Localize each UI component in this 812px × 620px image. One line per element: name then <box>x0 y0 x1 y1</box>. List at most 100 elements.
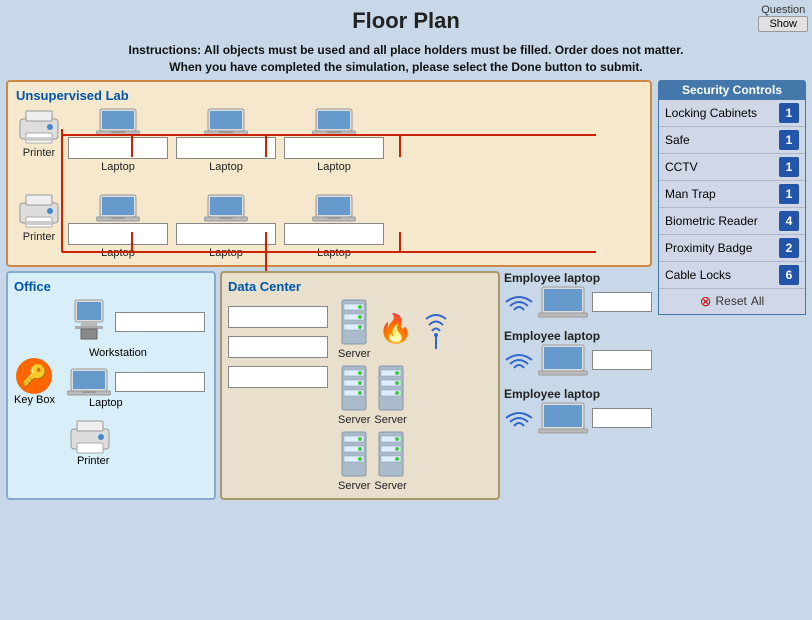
antenna-device <box>421 309 451 349</box>
dc-slot-3[interactable] <box>228 366 328 388</box>
lab-title: Unsupervised Lab <box>16 88 642 103</box>
dc-slot-2[interactable] <box>228 336 328 358</box>
question-panel: Question Show <box>758 4 808 32</box>
lab-laptop-slot-6[interactable] <box>284 223 384 245</box>
office-laptop-label: Laptop <box>89 397 123 409</box>
server-icon-4 <box>340 430 368 478</box>
office-section: Office 🔑 Key Box <box>6 271 216 500</box>
emp-laptop-label-2: Employee laptop <box>504 329 652 343</box>
show-button[interactable]: Show <box>758 16 808 32</box>
workstation-slot[interactable] <box>115 312 205 332</box>
workstation-label: Workstation <box>89 347 147 359</box>
server-icon-1 <box>340 298 368 346</box>
security-item-cable-locks[interactable]: Cable Locks 6 <box>659 262 805 289</box>
lab-laptop-2: Laptop <box>176 107 276 173</box>
office-laptop-slot[interactable] <box>115 372 205 392</box>
fire-icon: 🔥 <box>378 312 413 345</box>
laptop-icon-5 <box>204 193 248 223</box>
printer-icon-1 <box>16 107 62 145</box>
lab-laptop-slot-1[interactable] <box>68 137 168 159</box>
cable-locks-badge: 6 <box>779 265 799 285</box>
laptop-icon-4 <box>96 193 140 223</box>
emp-laptop-label-3: Employee laptop <box>504 387 652 401</box>
emp-laptop-slot-2[interactable] <box>592 350 652 370</box>
main-content: Unsupervised Lab Printer <box>0 80 812 504</box>
page-title: Floor Plan <box>0 8 812 34</box>
lab-laptop-1: Laptop <box>68 107 168 173</box>
emp-laptop-group-2: Employee laptop <box>504 329 652 377</box>
office-printer-label: Printer <box>77 455 109 467</box>
laptop-icon-2 <box>204 107 248 137</box>
office-label: Office <box>14 279 208 294</box>
laptop-icon-3 <box>312 107 356 137</box>
cctv-badge: 1 <box>779 157 799 177</box>
printer-label-2: Printer <box>23 231 55 243</box>
lab-laptop-slot-3[interactable] <box>284 137 384 159</box>
server-icon-5 <box>377 430 405 478</box>
emp-laptop-slot-3[interactable] <box>592 408 652 428</box>
reset-icon: ⊗ <box>700 293 712 310</box>
emp-laptop-label-1: Employee laptop <box>504 271 652 285</box>
emp-laptop-icon-2 <box>538 343 588 377</box>
server-device-3: Server <box>374 364 406 426</box>
man-trap-badge: 1 <box>779 184 799 204</box>
lab-laptop-3: Laptop <box>284 107 384 173</box>
wifi-icon-1 <box>504 290 534 314</box>
question-label: Question <box>761 4 805 16</box>
printer-icon-2 <box>16 191 62 229</box>
server-icon-3 <box>377 364 405 412</box>
security-item-proximity-badge[interactable]: Proximity Badge 2 <box>659 235 805 262</box>
emp-laptop-group-3: Employee laptop <box>504 387 652 435</box>
biometric-reader-badge: 4 <box>779 211 799 231</box>
locking-cabinets-badge: 1 <box>779 103 799 123</box>
bottom-area: Office 🔑 Key Box <box>6 271 652 500</box>
safe-badge: 1 <box>779 130 799 150</box>
printer-label-1: Printer <box>23 147 55 159</box>
security-item-safe[interactable]: Safe 1 <box>659 127 805 154</box>
lab-laptop-slot-5[interactable] <box>176 223 276 245</box>
firewall-device: 🔥 <box>378 312 413 345</box>
emp-laptop-slot-1[interactable] <box>592 292 652 312</box>
server-device-4: Server <box>338 430 370 492</box>
keybox-icon: 🔑 <box>16 358 52 394</box>
lab-laptop-slot-4[interactable] <box>68 223 168 245</box>
security-panel-header: Security Controls <box>658 80 806 100</box>
keybox-label: Key Box <box>14 394 55 406</box>
lab-laptop-4: Laptop <box>68 193 168 259</box>
emp-laptop-group-1: Employee laptop <box>504 271 652 319</box>
security-panel: Security Controls Locking Cabinets 1 Saf… <box>658 80 806 500</box>
wifi-icon-2 <box>504 348 534 372</box>
lab-laptop-5: Laptop <box>176 193 276 259</box>
lab-laptop-slot-2[interactable] <box>176 137 276 159</box>
instructions: Instructions: All objects must be used a… <box>0 38 812 80</box>
unsupervised-lab: Unsupervised Lab Printer <box>6 80 652 267</box>
antenna-icon <box>421 309 451 349</box>
dc-slot-1[interactable] <box>228 306 328 328</box>
server-device-2: Server <box>338 364 370 426</box>
datacenter-label: Data Center <box>228 279 492 294</box>
reset-button[interactable]: ⊗ Reset All <box>659 289 805 314</box>
wifi-icon-3 <box>504 406 534 430</box>
server-device-1: Server <box>338 298 370 360</box>
security-item-locking-cabinets[interactable]: Locking Cabinets 1 <box>659 100 805 127</box>
employee-section: Employee laptop <box>504 271 652 500</box>
printer-device-1: Printer <box>16 107 62 159</box>
proximity-badge-badge: 2 <box>779 238 799 258</box>
lab-laptop-6: Laptop <box>284 193 384 259</box>
workstation-device <box>67 298 111 347</box>
laptop-icon-6 <box>312 193 356 223</box>
office-printer-icon <box>67 417 113 455</box>
security-panel-body: Locking Cabinets 1 Safe 1 CCTV 1 Man Tra… <box>658 100 806 315</box>
security-item-man-trap[interactable]: Man Trap 1 <box>659 181 805 208</box>
floor-area: Unsupervised Lab Printer <box>6 80 652 500</box>
header: Floor Plan <box>0 0 812 38</box>
workstation-icon <box>67 298 111 342</box>
server-icon-2 <box>340 364 368 412</box>
server-device-5: Server <box>374 430 406 492</box>
datacenter-section: Data Center <box>220 271 500 500</box>
laptop-icon-1 <box>96 107 140 137</box>
security-item-biometric-reader[interactable]: Biometric Reader 4 <box>659 208 805 235</box>
printer-device-2: Printer <box>16 191 62 243</box>
security-item-cctv[interactable]: CCTV 1 <box>659 154 805 181</box>
emp-laptop-icon-3 <box>538 401 588 435</box>
